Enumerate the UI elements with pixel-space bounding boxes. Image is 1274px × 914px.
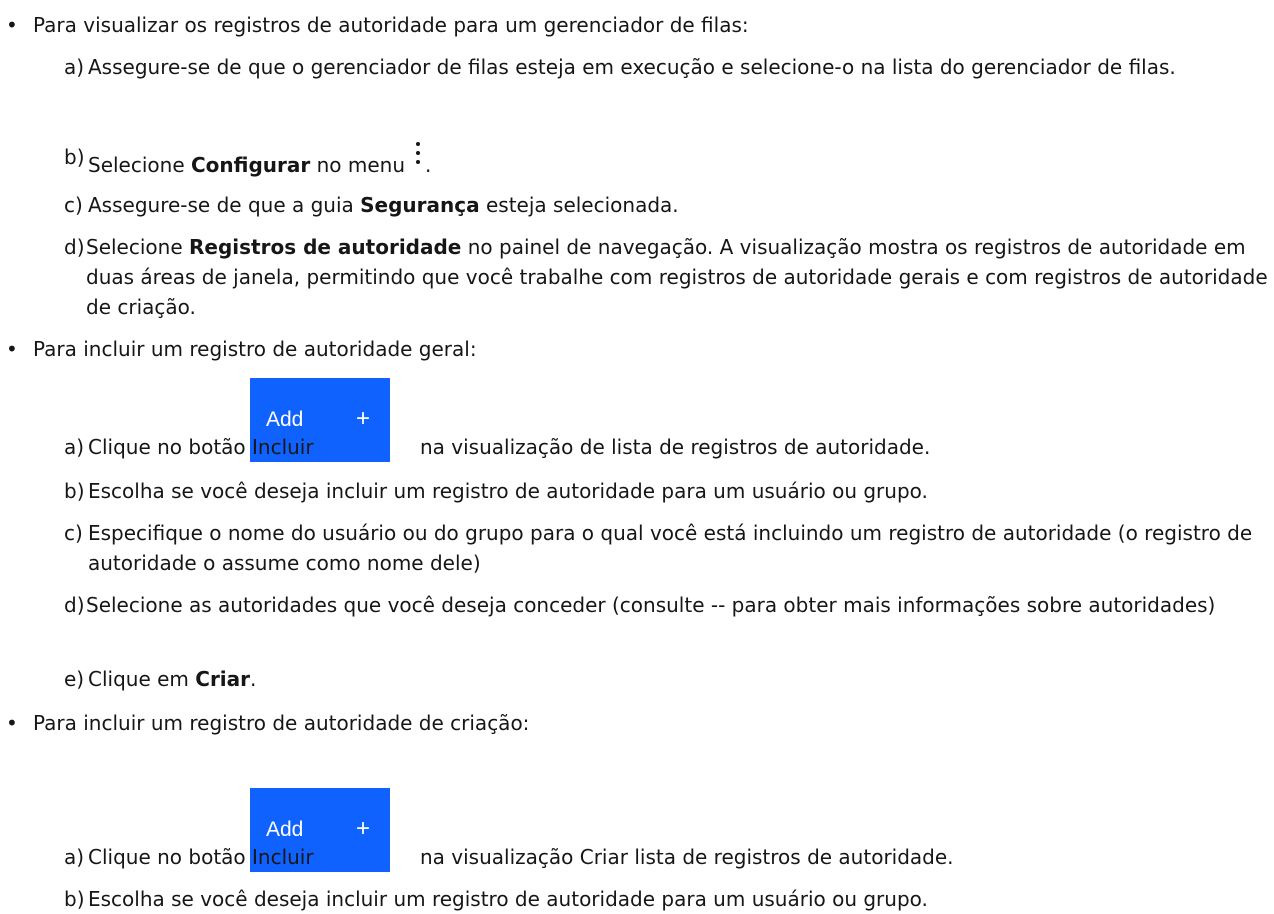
- step-label: b): [64, 887, 85, 911]
- bullet-marker: •: [6, 13, 18, 37]
- add-button-label: Add: [266, 408, 304, 431]
- step-label: a): [64, 55, 85, 79]
- step-label: c): [64, 521, 83, 545]
- step-label: b): [64, 479, 85, 503]
- plus-icon: +: [356, 405, 371, 432]
- bullet-marker: •: [6, 711, 18, 735]
- step-text: Escolha se você deseja incluir um regist…: [88, 479, 928, 503]
- step-label: a): [64, 845, 85, 869]
- step-text: Selecione as autoridades que você deseja…: [86, 593, 1216, 617]
- step-text: Clique em Criar.: [88, 667, 257, 691]
- step-label: c): [64, 193, 83, 217]
- bullet-text: Para visualizar os registros de autorida…: [33, 13, 749, 37]
- security-term: Segurança: [360, 193, 480, 217]
- step-text: Selecione Registros de autoridade no pai…: [86, 235, 1268, 319]
- bullet-text: Para incluir um registro de autoridade g…: [33, 337, 477, 361]
- step-text: Selecione Configurar no menu.: [88, 142, 1273, 180]
- step-label: e): [64, 667, 85, 691]
- bullet-marker: •: [6, 337, 18, 361]
- step-label: a): [64, 435, 85, 459]
- step-text: Clique no botão Incluir na visualização C…: [88, 845, 954, 869]
- add-button-label: Add: [266, 818, 304, 841]
- create-term: Criar: [195, 667, 251, 691]
- kebab-menu-icon: [411, 142, 425, 178]
- plus-icon: +: [356, 815, 371, 842]
- step-label: b): [64, 145, 85, 169]
- bullet-text: Para incluir um registro de autoridade d…: [33, 711, 530, 735]
- step-text: Clique no botão Incluir na visualização d…: [88, 435, 931, 459]
- step-text: Assegure-se de que a guia Segurança este…: [88, 193, 679, 217]
- step-text: Assegure-se de que o gerenciador de fila…: [88, 55, 1176, 79]
- configure-term: Configurar: [191, 153, 311, 177]
- step-text: Escolha se você deseja incluir um regist…: [88, 887, 928, 911]
- step-text: Especifique o nome do usuário ou do grup…: [88, 521, 1253, 575]
- authority-records-term: Registros de autoridade: [189, 235, 462, 259]
- step-label: d): [64, 235, 85, 259]
- step-label: d): [64, 593, 85, 617]
